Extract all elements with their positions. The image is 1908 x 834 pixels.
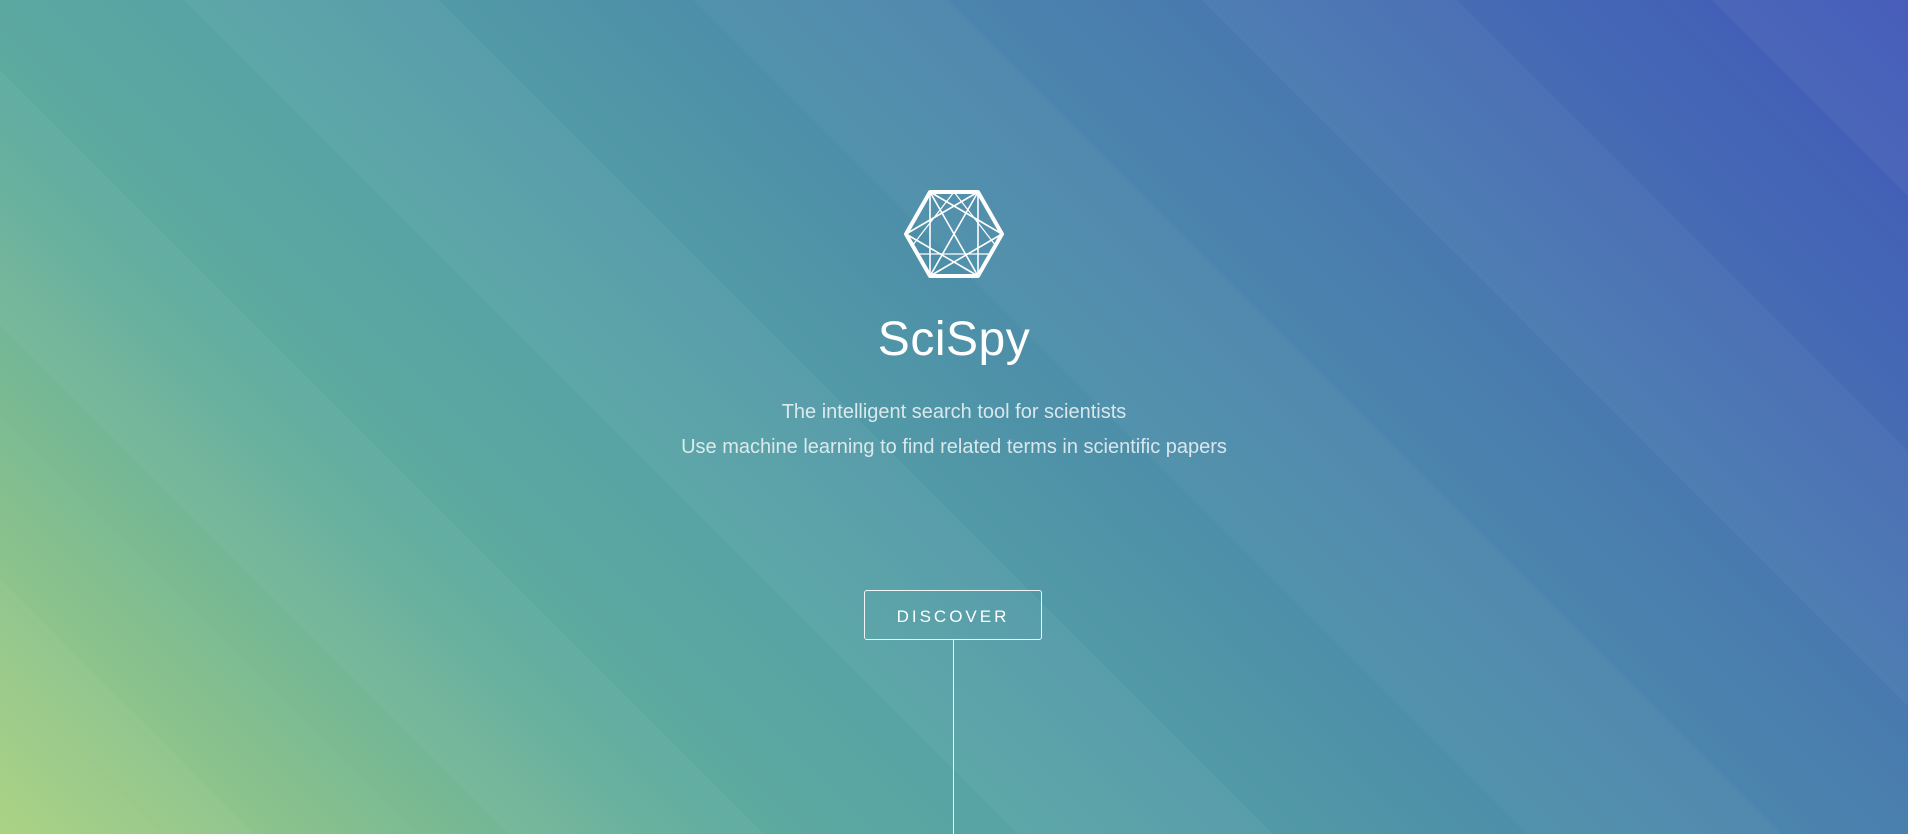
tagline: The intelligent search tool for scientis… <box>781 401 1127 423</box>
hero-section: SciSpy The intelligent search tool for s… <box>0 0 1908 834</box>
discover-button[interactable]: DISCOVER <box>864 590 1042 640</box>
hexagon-network-icon <box>904 190 1004 278</box>
app-title: SciSpy <box>877 313 1031 366</box>
scroll-indicator-line <box>953 640 954 834</box>
description: Use machine learning to find related ter… <box>681 436 1227 458</box>
